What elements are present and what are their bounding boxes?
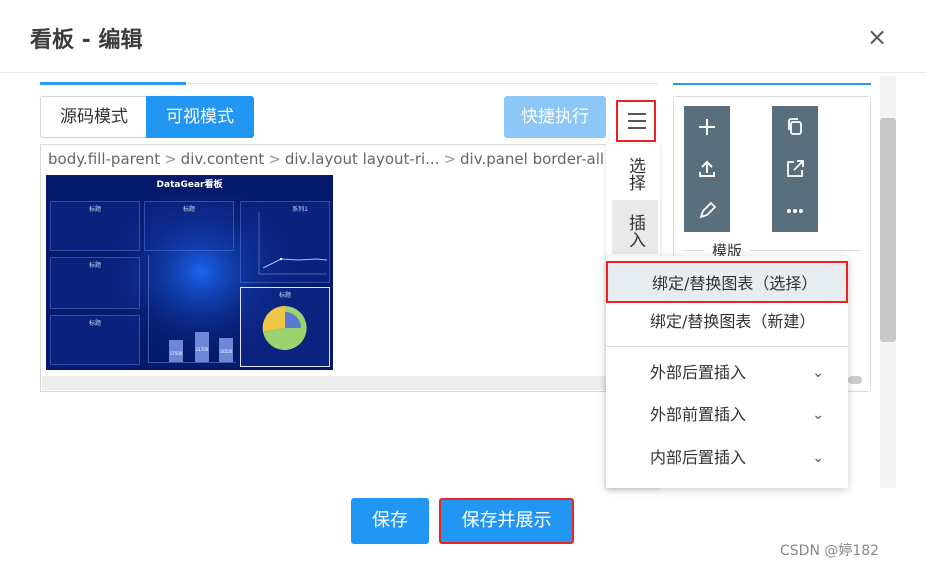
preview-panel-label: 标题 bbox=[88, 320, 101, 327]
source-mode-button[interactable]: 源码模式 bbox=[40, 96, 148, 138]
watermark: CSDN @婷182 bbox=[780, 543, 880, 559]
upload-icon[interactable] bbox=[684, 148, 730, 190]
plus-icon[interactable] bbox=[684, 106, 730, 148]
preview-pie-chart: 标题 bbox=[240, 287, 330, 367]
breadcrumb-separator: > bbox=[164, 150, 177, 168]
preview-pie-svg bbox=[262, 305, 307, 350]
chevron-down-icon: ⌄ bbox=[812, 365, 824, 381]
menu-toggle-button[interactable] bbox=[616, 100, 656, 142]
bind-replace-chart-select[interactable]: 绑定/替换图表（选择） bbox=[606, 261, 848, 303]
preview-legend: 系列1 bbox=[292, 206, 308, 213]
insert-outer-before[interactable]: 外部前置插入 ⌄ bbox=[606, 394, 848, 436]
visual-mode-button[interactable]: 可视模式 bbox=[146, 96, 254, 138]
dialog-title: 看板 - 编辑 bbox=[30, 28, 143, 53]
chevron-down-icon: ⌄ bbox=[812, 407, 824, 423]
menu-item-select[interactable]: 选择 bbox=[612, 154, 658, 194]
save-button[interactable]: 保存 bbox=[351, 498, 429, 544]
breadcrumb-separator: > bbox=[443, 150, 457, 168]
dashboard-preview[interactable]: DataGear看板 标题 标题 标题 标题 17500 21700 18500… bbox=[46, 175, 333, 370]
left-tab-active-indicator bbox=[40, 82, 186, 85]
preview-panel-label: 标题 bbox=[182, 206, 195, 213]
breadcrumb: body.fill-parent > div.content > div.layout … bbox=[48, 150, 604, 168]
menu-item-insert[interactable]: 插入 bbox=[612, 200, 658, 254]
close-icon[interactable]: × bbox=[864, 24, 890, 50]
external-link-icon[interactable] bbox=[772, 148, 818, 190]
preview-bar-chart: 17500 21700 18500 bbox=[148, 255, 236, 363]
dialog-scroll-thumb[interactable] bbox=[880, 118, 896, 342]
bind-replace-chart-new[interactable]: 绑定/替换图表（新建） bbox=[606, 301, 848, 343]
preview-panel-label: 标题 bbox=[88, 206, 101, 213]
preview-bar-value: 18500 bbox=[219, 349, 233, 354]
copy-icon[interactable] bbox=[772, 106, 818, 148]
dropdown-item-label: 外部前置插入 bbox=[650, 405, 747, 424]
editor-horizontal-scrollbar[interactable] bbox=[42, 376, 656, 390]
dropdown-item-label: 内部后置插入 bbox=[650, 448, 747, 467]
preview-panel-label: 标题 bbox=[278, 292, 291, 299]
preview-line-chart-svg bbox=[258, 212, 328, 275]
save-and-show-button[interactable]: 保存并展示 bbox=[439, 498, 574, 544]
chevron-down-icon: ⌄ bbox=[812, 450, 824, 466]
edit-icon[interactable] bbox=[684, 190, 730, 232]
preview-title: DataGear看板 bbox=[156, 180, 223, 190]
breadcrumb-item[interactable]: div.layout layout-ri... bbox=[285, 150, 440, 168]
hamburger-icon bbox=[628, 113, 646, 115]
breadcrumb-item[interactable]: div.content bbox=[181, 150, 265, 168]
dropdown-item-label: 绑定/替换图表（选择） bbox=[652, 274, 818, 293]
more-icon[interactable] bbox=[772, 190, 818, 232]
preview-bar-value: 17500 bbox=[169, 351, 183, 356]
dropdown-divider bbox=[606, 346, 848, 347]
hamburger-icon-line bbox=[628, 127, 646, 129]
quick-run-button[interactable]: 快捷执行 bbox=[504, 96, 606, 138]
preview-bar-value: 21700 bbox=[195, 347, 209, 352]
insert-inner-after[interactable]: 内部后置插入 ⌄ bbox=[606, 437, 848, 479]
breadcrumb-separator: > bbox=[268, 150, 281, 168]
breadcrumb-item[interactable]: div.panel border-all bbox=[460, 150, 604, 168]
preview-line-chart: 系列1 bbox=[240, 201, 330, 283]
right-panel-scrollbar[interactable] bbox=[848, 376, 862, 384]
dropdown-item-label: 绑定/替换图表（新建） bbox=[650, 312, 816, 331]
preview-panel-label: 标题 bbox=[88, 262, 101, 269]
breadcrumb-item[interactable]: body.fill-parent bbox=[48, 150, 160, 168]
insert-outer-after[interactable]: 外部后置插入 ⌄ bbox=[606, 352, 848, 394]
header-divider bbox=[0, 72, 926, 73]
dropdown-item-label: 外部后置插入 bbox=[650, 363, 747, 382]
hamburger-icon-line bbox=[628, 120, 646, 122]
right-tab-active-indicator bbox=[673, 83, 871, 85]
